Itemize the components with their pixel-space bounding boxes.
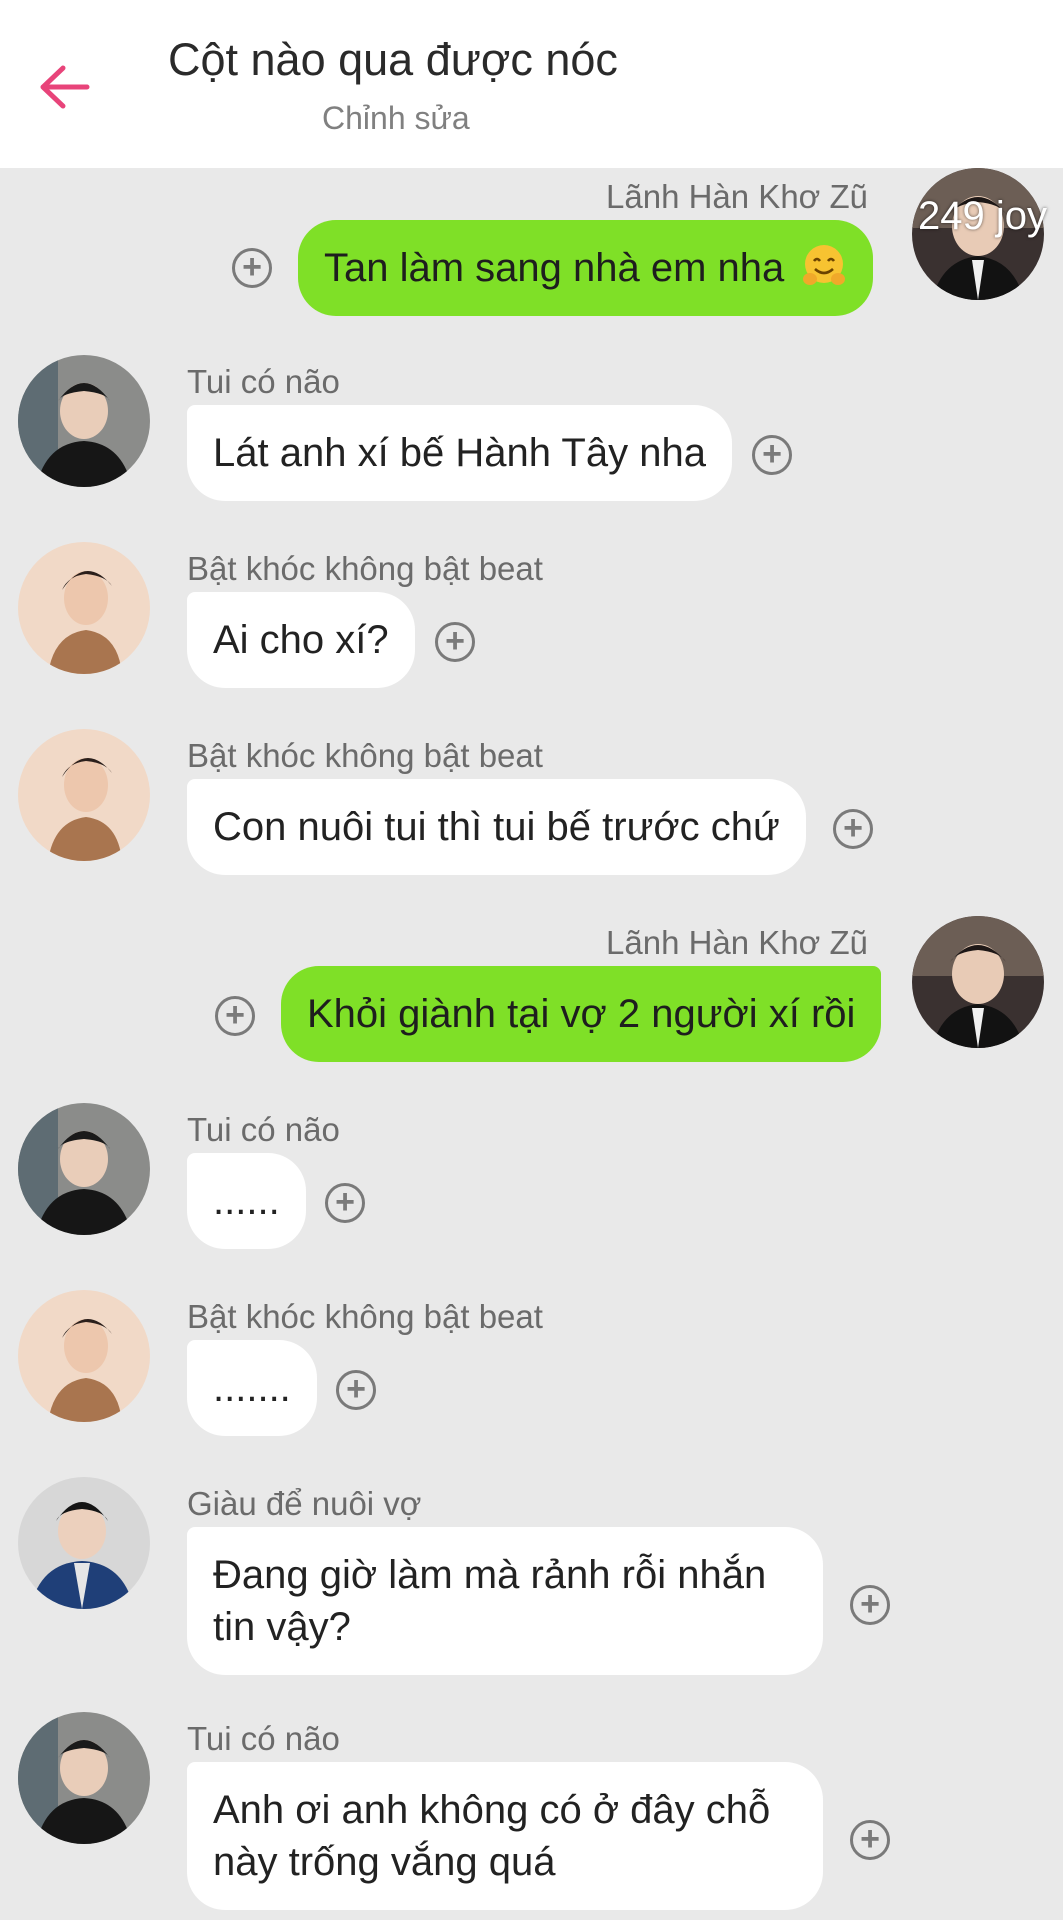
- back-button[interactable]: [30, 52, 100, 122]
- add-reaction-icon[interactable]: +: [435, 622, 475, 662]
- message-bubble[interactable]: Đang giờ làm mà rảnh rỗi nhắn tin vậy?: [187, 1527, 823, 1675]
- sender-name: Bật khóc không bật beat: [187, 737, 543, 774]
- avatar[interactable]: [18, 542, 150, 674]
- avatar[interactable]: [912, 916, 1044, 1048]
- avatar[interactable]: [18, 1477, 150, 1609]
- message-bubble[interactable]: Tan làm sang nhà em nha: [298, 220, 874, 316]
- message-row: Bật khóc không bật beat ....... +: [0, 1290, 1063, 1440]
- add-reaction-icon[interactable]: +: [850, 1585, 890, 1625]
- add-reaction-icon[interactable]: +: [752, 435, 792, 475]
- add-reaction-icon[interactable]: +: [232, 248, 272, 288]
- add-reaction-icon[interactable]: +: [336, 1370, 376, 1410]
- add-reaction-icon[interactable]: +: [833, 809, 873, 849]
- add-reaction-icon[interactable]: +: [215, 996, 255, 1036]
- group-title[interactable]: Cột nào qua được nóc: [168, 34, 618, 86]
- hugging-face-emoji: [803, 245, 846, 285]
- message-bubble[interactable]: .......: [187, 1340, 317, 1436]
- message-bubble[interactable]: Anh ơi anh không có ở đây chỗ này trống …: [187, 1762, 823, 1910]
- message-row: Lãnh Hàn Khơ Zũ + Khỏi giành tại vợ 2 ng…: [0, 916, 1063, 1066]
- add-reaction-icon[interactable]: +: [850, 1820, 890, 1860]
- message-bubble[interactable]: ......: [187, 1153, 306, 1249]
- message-bubble[interactable]: Khỏi giành tại vợ 2 người xí rồi: [281, 966, 882, 1062]
- avatar[interactable]: [18, 1712, 150, 1844]
- add-reaction-icon[interactable]: +: [325, 1183, 365, 1223]
- message-row: Bật khóc không bật beat Con nuôi tui thì…: [0, 729, 1063, 879]
- message-bubble[interactable]: Con nuôi tui thì tui bế trước chứ: [187, 779, 806, 875]
- avatar[interactable]: [18, 1103, 150, 1235]
- message-bubble[interactable]: Ai cho xí?: [187, 592, 415, 688]
- sender-name: Bật khóc không bật beat: [187, 550, 543, 587]
- sender-name: Bật khóc không bật beat: [187, 1298, 543, 1335]
- message-row: Tui có não Anh ơi anh không có ở đây chỗ…: [0, 1712, 1063, 1920]
- sender-name: Tui có não: [187, 1111, 340, 1148]
- reaction-count-badge: 249 joy: [918, 194, 1047, 238]
- message-text: Tan làm sang nhà em nha: [324, 246, 785, 290]
- sender-name: Tui có não: [187, 363, 340, 400]
- sender-name: Giàu để nuôi vợ: [187, 1485, 422, 1522]
- message-row: Tui có não ...... +: [0, 1103, 1063, 1253]
- message-row: Giàu để nuôi vợ Đang giờ làm mà rảnh rỗi…: [0, 1477, 1063, 1677]
- arrow-left-icon: [40, 65, 90, 109]
- message-row: Bật khóc không bật beat Ai cho xí? +: [0, 542, 1063, 692]
- avatar[interactable]: [18, 355, 150, 487]
- message-row: Tui có não Lát anh xí bế Hành Tây nha +: [0, 355, 1063, 505]
- avatar[interactable]: [18, 729, 150, 861]
- sender-name: Tui có não: [187, 1720, 340, 1757]
- chat-header: Cột nào qua được nóc Chỉnh sửa: [0, 0, 1063, 168]
- message-row: Lãnh Hàn Khơ Zũ + Tan làm sang nhà em nh…: [0, 168, 1063, 318]
- sender-name: Lãnh Hàn Khơ Zũ: [606, 924, 868, 961]
- message-bubble[interactable]: Lát anh xí bế Hành Tây nha: [187, 405, 732, 501]
- sender-name: Lãnh Hàn Khơ Zũ: [606, 178, 868, 215]
- edit-link[interactable]: Chỉnh sửa: [322, 100, 470, 137]
- avatar[interactable]: [18, 1290, 150, 1422]
